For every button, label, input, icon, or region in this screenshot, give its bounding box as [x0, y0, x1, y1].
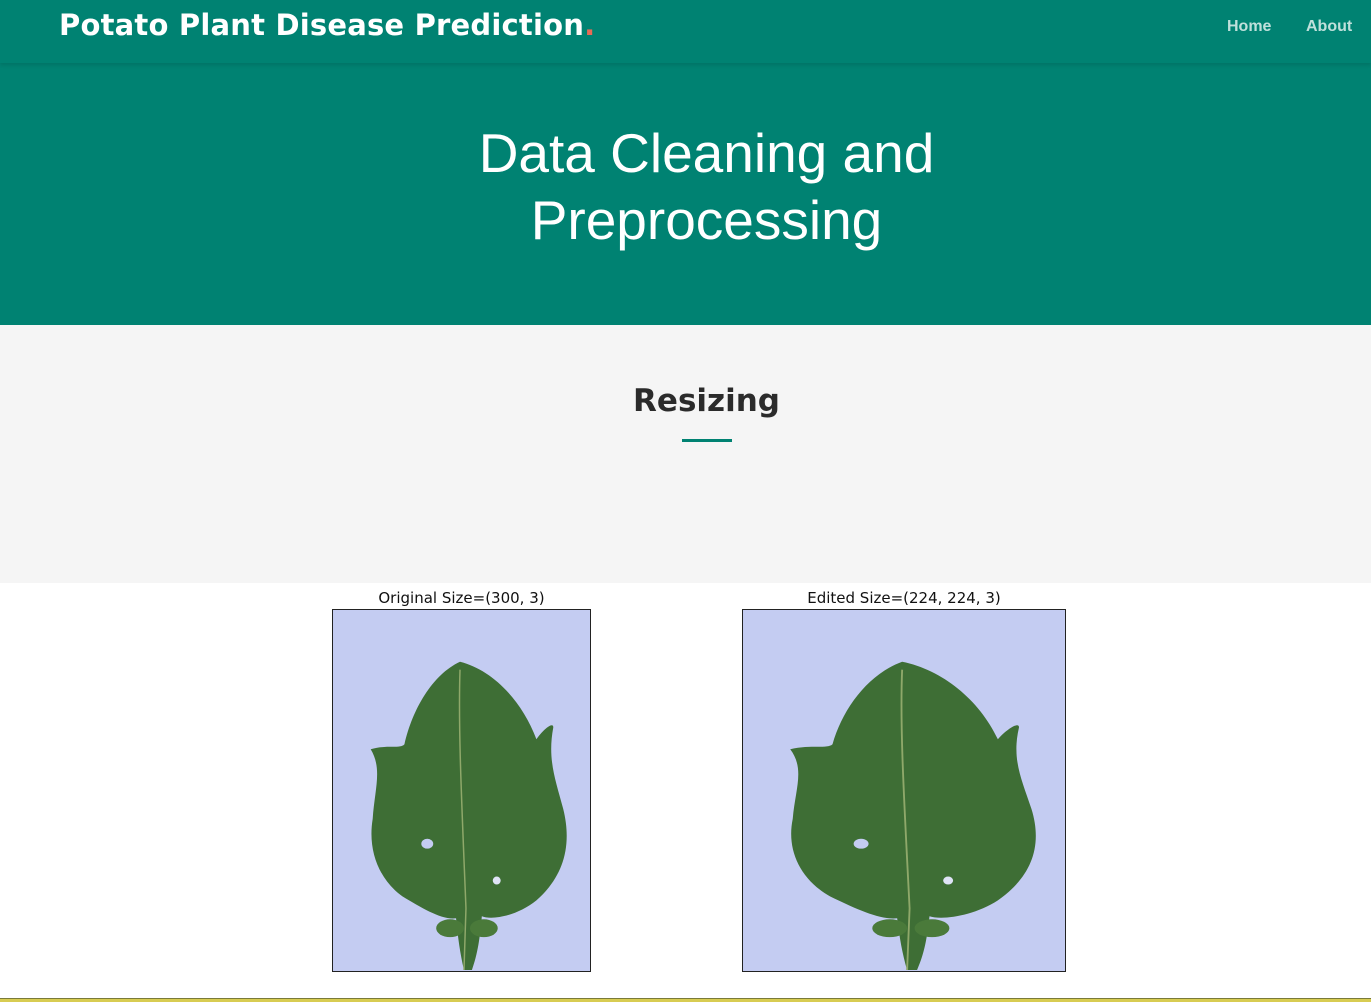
- leaf-image-edited: [743, 610, 1065, 971]
- leaf-image-original: [333, 610, 590, 971]
- edited-leaf-image: [742, 609, 1066, 972]
- page-title: Data Cleaning and Preprocessing: [478, 122, 935, 251]
- section-title: Resizing: [633, 383, 780, 419]
- section-title-underline: [682, 439, 732, 442]
- nav-link-about[interactable]: About: [1306, 18, 1352, 36]
- edited-image-caption: Edited Size=(224, 224, 3): [807, 589, 1001, 607]
- brand-dot: .: [584, 8, 596, 42]
- site-brand[interactable]: Potato Plant Disease Prediction.: [59, 8, 595, 42]
- section-header: Resizing: [0, 325, 1371, 583]
- resize-comparison-figure: Original Size=(300, 3) Edited Size=(224,…: [0, 583, 1371, 998]
- original-leaf-image: [332, 609, 591, 972]
- bottom-edge-strip: [0, 998, 1371, 1002]
- brand-text: Potato Plant Disease Prediction: [59, 8, 585, 42]
- top-navbar: Potato Plant Disease Prediction. Home Ab…: [0, 0, 1371, 63]
- original-image-caption: Original Size=(300, 3): [378, 589, 545, 607]
- hero-banner: Data Cleaning and Preprocessing: [0, 63, 1371, 325]
- nav-link-home[interactable]: Home: [1227, 18, 1271, 36]
